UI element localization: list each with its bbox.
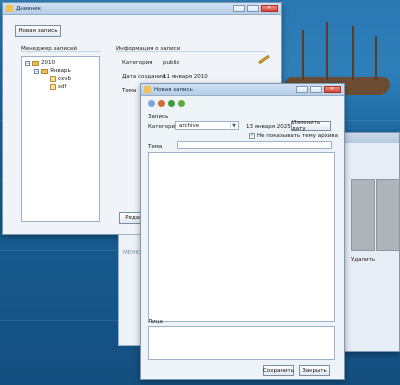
maximize-button[interactable] [247,5,259,12]
created-value: 11 января 2010 [163,74,208,80]
tree-entry-label: sdf [58,84,67,90]
topic-input[interactable] [177,141,332,149]
image-placeholder [351,179,375,251]
check-icon[interactable] [178,100,185,107]
ship-mast [326,22,328,80]
refresh-icon[interactable] [168,100,175,107]
dialog-maximize-button[interactable] [310,86,322,93]
tree-year[interactable]: − 2010 [25,60,55,66]
chevron-down-icon[interactable]: ▼ [230,122,237,129]
dialog-category-label: Категория [148,124,179,130]
ship-mast [352,26,354,80]
background-window: Удалить [342,132,400,352]
menu-tab[interactable]: МЕНЮ [123,250,141,256]
image-placeholder [376,179,400,251]
created-label: Дата создания [122,74,165,80]
divider [21,51,101,52]
note-icon [50,76,56,82]
entry-date: 13 января 2025 [246,124,291,130]
dialog-topic-label: Тема [148,144,163,150]
close-button[interactable] [261,5,278,12]
paint-icon[interactable] [158,100,165,107]
dialog-title: Новая запись [154,86,193,93]
hide-topic-checkbox[interactable]: ✓ [249,133,255,139]
collapse-icon[interactable]: − [25,60,30,66]
dialog-minimize-button[interactable] [296,86,308,93]
section-label: Запись [148,114,169,120]
category-label: Категория [122,60,153,66]
ship-mast [375,36,377,80]
save-button[interactable]: Сохранить [263,365,294,376]
dialog-close-button[interactable] [324,86,341,93]
folder-icon [32,60,39,66]
ship-mast [302,30,304,80]
window-controls [233,5,278,12]
tools-icon[interactable] [148,100,155,107]
close-button[interactable]: Закрыть [299,365,330,376]
background-window-strip: МЕНЮ [118,234,142,346]
hide-topic-label: Не показывать тему архива [257,133,339,139]
tree-month[interactable]: − Январь [34,68,71,74]
dialog-content: Запись Категория archive ▼ 13 января 202… [141,96,344,379]
note-icon [50,84,56,90]
folder-icon [41,68,48,74]
main-titlebar[interactable]: Дневник [3,3,281,15]
background-window-header [343,133,399,143]
minimize-button[interactable] [233,5,245,12]
new-entry-button[interactable]: Новая запись [15,25,61,37]
tree-entry-label: cxvb [58,76,72,82]
divider [116,51,266,52]
dialog-controls [296,86,341,93]
entry-body-textarea[interactable] [148,152,335,322]
tree-entry[interactable]: cxvb [50,76,71,82]
category-select[interactable]: archive ▼ [175,121,239,130]
change-date-button[interactable]: Изменить дату [291,120,331,132]
dialog-icon [144,86,151,93]
category-select-value: archive [179,123,200,129]
tree-entry[interactable]: sdf [50,84,66,90]
new-entry-dialog: Новая запись Запись Категория archive ▼ … [140,83,345,380]
tree-month-label: Январь [50,68,71,74]
faces-textarea[interactable] [148,326,335,360]
face-label: Лица [148,319,163,325]
entries-tree[interactable]: − 2010 − Январь cxvb sdf [21,56,100,222]
category-value: public [163,60,180,66]
app-icon [6,5,13,12]
delete-label[interactable]: Удалить [351,257,375,263]
tree-year-label: 2010 [41,60,55,66]
collapse-icon[interactable]: − [34,68,39,74]
dialog-titlebar[interactable]: Новая запись [141,84,344,96]
pencil-icon[interactable] [258,54,270,65]
main-window-title: Дневник [16,5,42,12]
topic-label: Тема [122,88,137,94]
